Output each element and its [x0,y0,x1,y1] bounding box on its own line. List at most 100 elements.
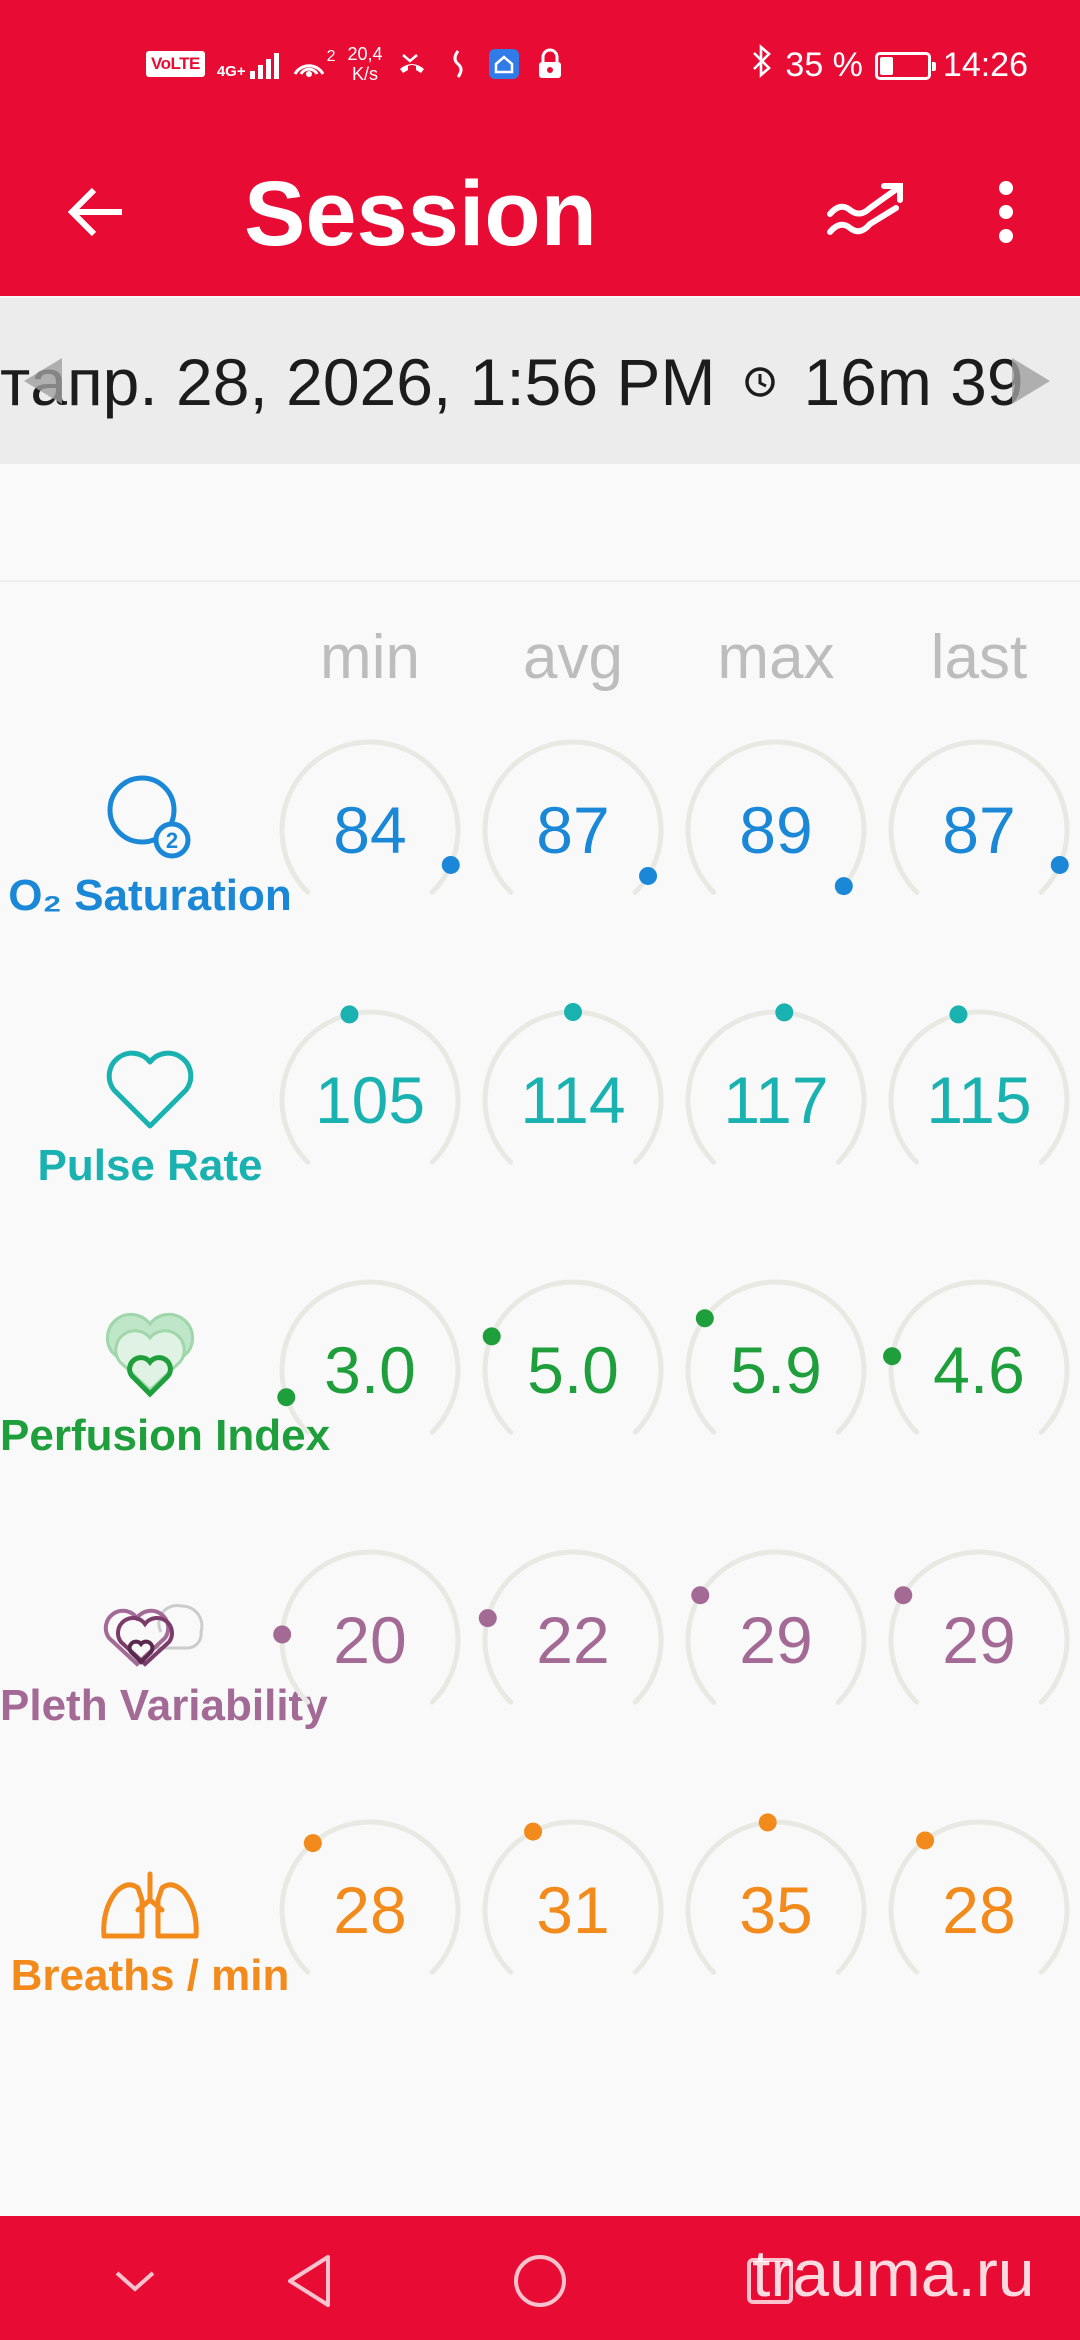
svg-text:2: 2 [166,828,178,853]
watermark: trauma.ru [752,2236,1035,2310]
home-app-icon [487,47,521,81]
gauge-breaths-per-min-avg[interactable]: 31 [475,1812,671,2002]
network-type: 4G+ [216,63,246,80]
gauge-level-dot [775,1003,794,1022]
metric-name: Pulse Rate [37,1141,263,1190]
gauge-value: 22 [536,1603,610,1677]
gauge-level-dot [758,1813,777,1832]
network-speed: 20,4 K/s [347,44,383,84]
previous-session-button[interactable] [20,356,64,411]
triangle-back-icon [288,2255,330,2307]
gauge-value: 29 [942,1603,1016,1677]
lock-icon [533,47,567,81]
clock-icon [743,365,777,399]
gauge-value: 115 [926,1063,1032,1137]
row-label-breaths-per-min[interactable]: Breaths / min [0,1846,300,2002]
gauge-perfusion-index-last[interactable]: 4.6 [881,1272,1077,1462]
gauge-level-dot [949,1005,968,1024]
section-divider [0,580,1080,582]
gauge-o2-saturation-avg[interactable]: 87 [475,732,671,922]
gauge-value: 3.0 [324,1333,416,1407]
next-session-button[interactable] [1010,356,1054,411]
gauge-breaths-per-min-last[interactable]: 28 [881,1812,1077,2002]
gauge-level-dot [303,1834,322,1853]
gauge-perfusion-index-min[interactable]: 3.0 [272,1272,468,1462]
session-date: апр. 28, 2026, 1:56 PM [30,345,716,419]
column-header-avg: avg [523,623,623,692]
gauge-pleth-variability-last[interactable]: 29 [881,1542,1077,1732]
gauge-pulse-rate-min[interactable]: 105 [272,1002,468,1192]
trends-button[interactable] [816,162,916,262]
gauge-level-dot [564,1003,582,1021]
caret-left-icon [24,358,62,404]
gauge-breaths-per-min-max[interactable]: 35 [678,1812,874,2002]
gauge-value: 28 [333,1873,407,1947]
app-bar: Session [0,132,1080,296]
metric-name: Pleth Variability [0,1681,328,1730]
arrow-left-icon [67,187,122,237]
gauge-value: 114 [520,1063,626,1137]
gauge-o2-saturation-max[interactable]: 89 [678,732,874,922]
trend-chart-icon [827,183,903,235]
gauge-pulse-rate-avg[interactable]: 114 [475,1002,671,1192]
chevron-down-icon [115,2271,155,2292]
metric-name: O₂ Saturation [8,871,292,920]
gauge-pulse-rate-max[interactable]: 117 [678,1002,874,1192]
gauge-pleth-variability-avg[interactable]: 22 [475,1542,671,1732]
session-duration: 16m 39 [803,345,1024,419]
wifi-hotspot-icon: 2 [291,48,336,80]
gauge-level-dot [916,1831,935,1850]
vibrate-icon [441,47,475,81]
perfusion-icon [0,1306,300,1402]
status-bar: VoLTE 4G+ 2 20,4 K/s 35 % 14:26 [0,0,1080,132]
gauge-value: 4.6 [933,1333,1025,1407]
session-datetime: т апр. 28, 2026, 1:56 PM 16m 39 [0,344,1024,420]
gauge-pulse-rate-last[interactable]: 115 [881,1002,1077,1192]
bluetooth-icon [751,44,773,87]
gauge-level-dot [639,866,658,885]
gauge-level-dot [834,877,853,896]
gauge-pleth-variability-min[interactable]: 20 [272,1542,468,1732]
gauge-level-dot [340,1005,359,1024]
row-label-pulse-rate[interactable]: Pulse Rate [0,1036,300,1192]
gauge-perfusion-index-avg[interactable]: 5.0 [475,1272,671,1462]
lungs-icon [0,1846,300,1942]
heart-icon [0,1036,300,1132]
nav-collapse-button[interactable] [90,2236,180,2326]
row-label-perfusion-index[interactable]: Perfusion Index [0,1306,330,1462]
gauge-level-dot [695,1309,714,1328]
gauge-pleth-variability-max[interactable]: 29 [678,1542,874,1732]
gauge-value: 28 [942,1873,1016,1947]
gauge-value: 20 [333,1603,407,1677]
missed-call-icon [395,47,429,81]
metric-name: Breaths / min [10,1951,290,2000]
more-options-button[interactable] [976,162,1036,262]
session-info-bar: т апр. 28, 2026, 1:56 PM 16m 39 [0,298,1080,464]
gauge-value: 117 [723,1063,829,1137]
gauge-o2-saturation-last[interactable]: 87 [881,732,1077,922]
cell-signal-icon: 4G+ [217,49,279,79]
clock-time: 14:26 [942,46,1028,84]
nav-home-button[interactable] [495,2236,585,2326]
column-header-max: max [717,623,835,692]
o2-saturation-icon: 2 [0,766,300,862]
gauge-value: 35 [739,1873,813,1947]
row-label-o2-saturation[interactable]: 2 O₂ Saturation [0,766,300,922]
gauge-breaths-per-min-min[interactable]: 28 [272,1812,468,2002]
gauge-value: 87 [942,793,1016,867]
gauge-value: 31 [536,1873,610,1947]
gauge-value: 84 [333,793,407,867]
back-button[interactable] [56,172,136,252]
gauge-perfusion-index-max[interactable]: 5.9 [678,1272,874,1462]
column-header-min: min [320,623,420,692]
gauge-value: 89 [739,793,813,867]
caret-right-icon [1012,358,1050,404]
status-left-icons: VoLTE 4G+ 2 20,4 K/s [146,44,567,84]
nav-back-button[interactable] [264,2236,354,2326]
gauge-o2-saturation-min[interactable]: 84 [272,732,468,922]
gauge-level-dot [524,1822,543,1841]
battery-percent: 35 % [785,46,863,84]
page-title: Session [244,163,597,265]
gauge-value: 105 [314,1063,426,1137]
row-label-pleth-variability[interactable]: Pleth Variability [0,1576,328,1732]
